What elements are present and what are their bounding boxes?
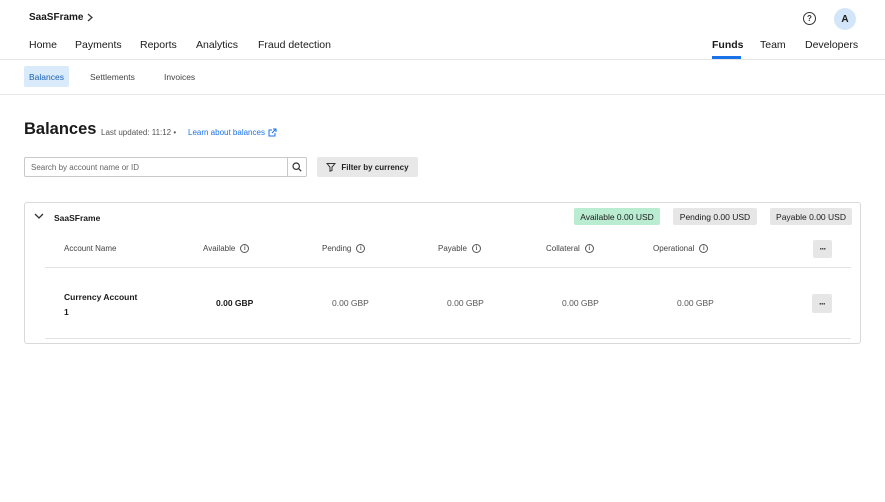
filter-icon [326, 163, 337, 172]
pending-badge: Pending 0.00 USD [673, 208, 757, 225]
filter-by-currency-button[interactable]: Filter by currency [317, 157, 418, 177]
account-name-cell[interactable]: Currency Account 1 [64, 290, 144, 320]
org-name: SaaSFrame [29, 12, 84, 23]
payable-badge: Payable 0.00 USD [770, 208, 852, 225]
collateral-cell: 0.00 GBP [562, 298, 599, 308]
chevron-down-icon[interactable] [34, 212, 44, 220]
info-icon[interactable]: i [584, 244, 594, 253]
col-header-collateral: Collateral i [546, 244, 594, 253]
active-nav-indicator [712, 56, 741, 59]
avatar[interactable]: A [834, 8, 856, 30]
nav-team[interactable]: Team [760, 39, 786, 51]
search-button[interactable] [287, 158, 306, 176]
col-header-pending: Pending i [322, 244, 366, 253]
header-more-button[interactable]: ··· [813, 240, 832, 258]
search-icon [292, 162, 302, 172]
info-icon[interactable]: i [240, 244, 250, 253]
divider [45, 338, 851, 339]
nav-analytics[interactable]: Analytics [196, 39, 238, 51]
learn-about-balances-link[interactable]: Learn about balances [188, 128, 277, 137]
org-switcher[interactable]: SaaSFrame [29, 12, 94, 23]
chevron-right-icon [88, 13, 94, 22]
tab-invoices[interactable]: Invoices [159, 66, 200, 87]
search-box [24, 157, 307, 177]
row-more-button[interactable]: ··· [812, 294, 832, 313]
last-updated: Last updated: 11:12 • [101, 128, 177, 137]
info-icon[interactable]: i [356, 244, 366, 253]
info-icon[interactable]: i [699, 244, 709, 253]
info-icon[interactable]: i [471, 244, 481, 253]
nav-developers[interactable]: Developers [805, 39, 858, 51]
col-header-account-name: Account Name [64, 244, 117, 253]
nav-funds[interactable]: Funds [712, 39, 744, 51]
card-title: SaaSFrame [54, 213, 101, 223]
tab-balances[interactable]: Balances [24, 66, 69, 87]
divider [45, 267, 851, 268]
col-header-available: Available i [203, 244, 250, 253]
external-link-icon [268, 128, 277, 137]
top-bar: SaaSFrame ? A Home Payments Reports Anal… [0, 0, 885, 60]
available-badge: Available 0.00 USD [574, 208, 660, 225]
page-title: Balances [24, 120, 97, 138]
search-input[interactable] [25, 158, 287, 176]
pending-cell: 0.00 GBP [332, 298, 369, 308]
available-cell: 0.00 GBP [216, 298, 254, 308]
help-icon[interactable]: ? [803, 12, 816, 25]
payable-cell: 0.00 GBP [447, 298, 484, 308]
balances-card: SaaSFrame Available 0.00 USD Pending 0.0… [24, 202, 861, 344]
nav-payments[interactable]: Payments [75, 39, 122, 51]
operational-cell: 0.00 GBP [677, 298, 714, 308]
sub-nav: Balances Settlements Invoices [0, 60, 885, 95]
col-header-payable: Payable i [438, 244, 481, 253]
tab-settlements[interactable]: Settlements [85, 66, 140, 87]
nav-reports[interactable]: Reports [140, 39, 177, 51]
col-header-operational: Operational i [653, 244, 709, 253]
nav-fraud-detection[interactable]: Fraud detection [258, 39, 331, 51]
nav-home[interactable]: Home [29, 39, 57, 51]
